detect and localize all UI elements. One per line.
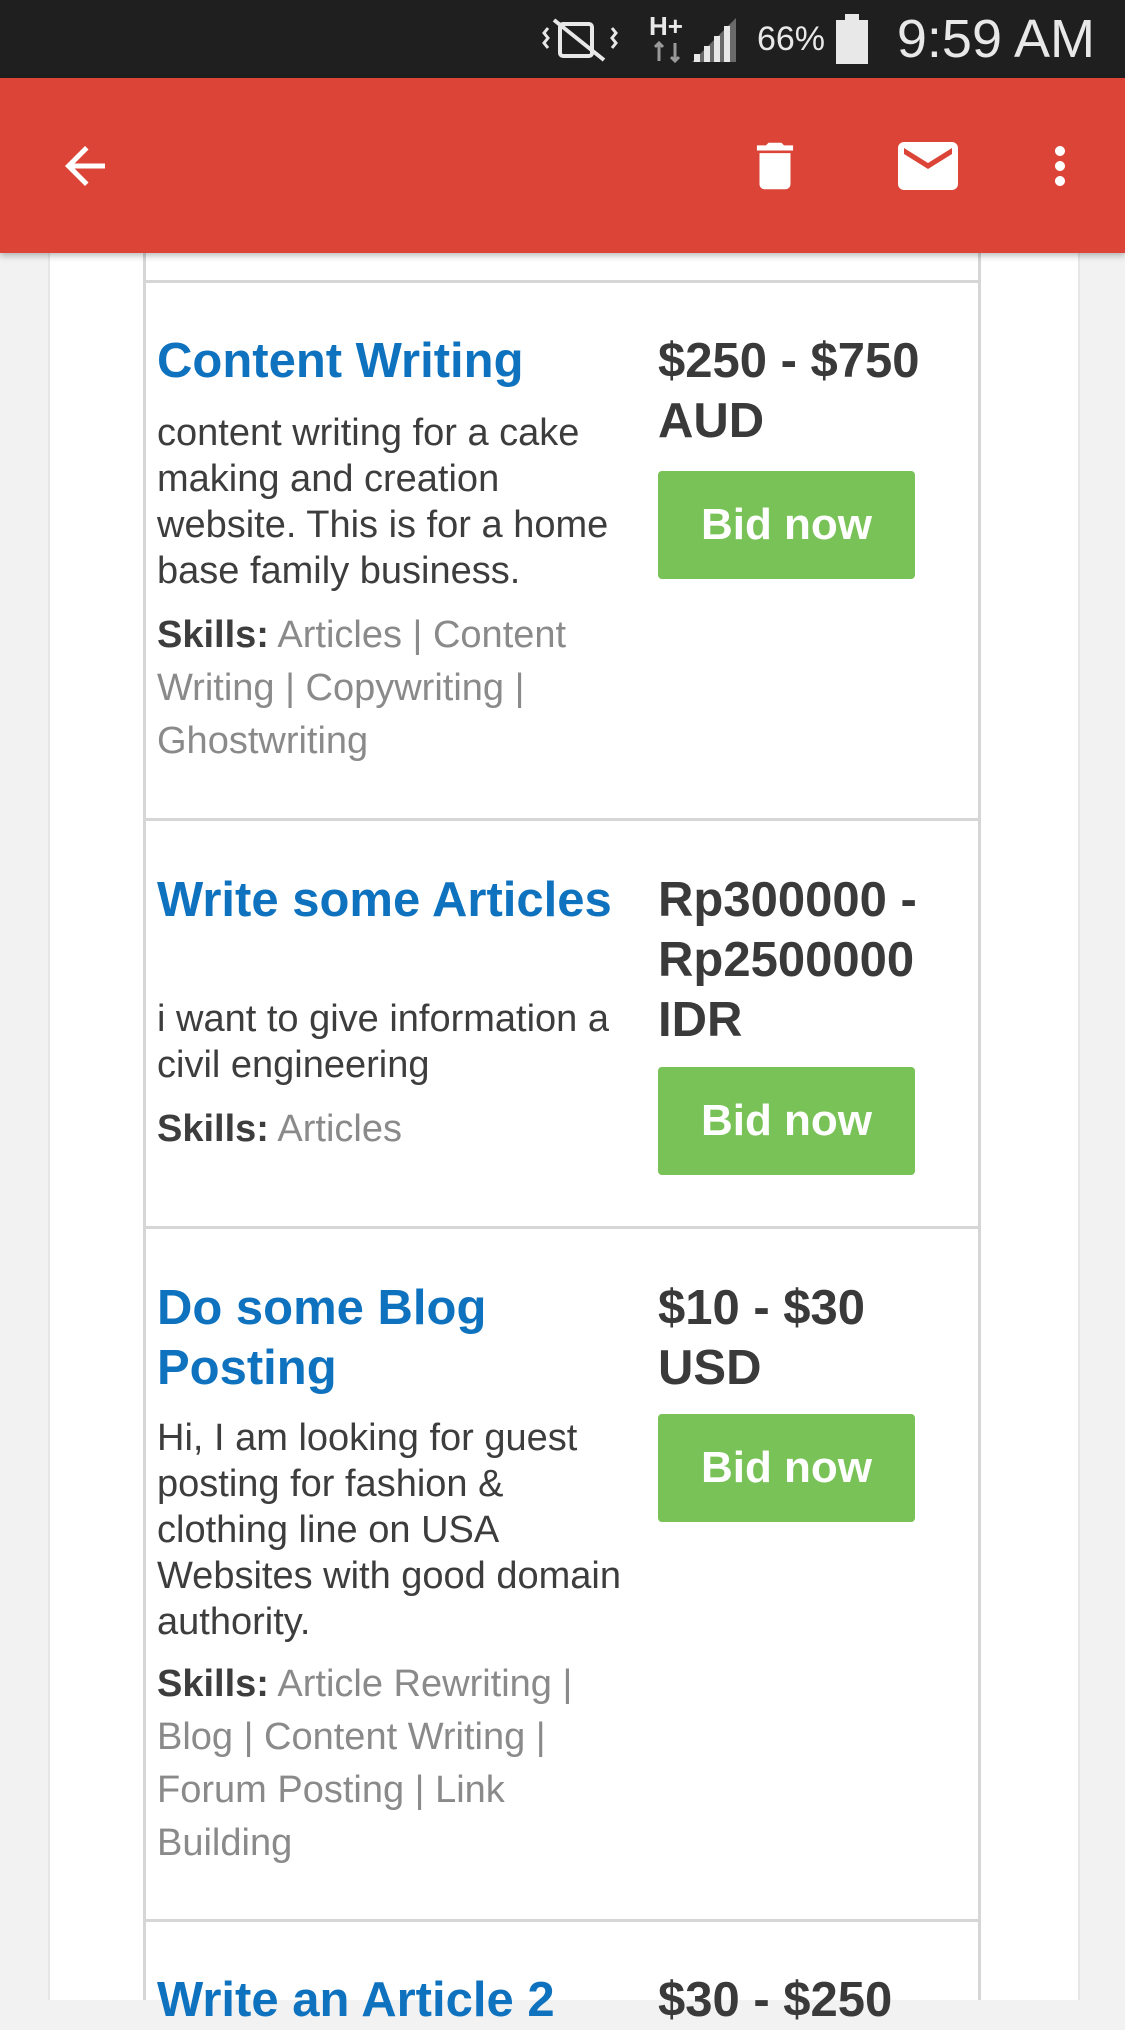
- vibrate-mute-icon: [540, 0, 620, 78]
- skills-label: Skills:: [157, 1663, 269, 1705]
- skills-list: Articles: [277, 1108, 402, 1150]
- battery-percent: 66%: [756, 19, 825, 58]
- clock: 9:59 AM: [896, 9, 1095, 69]
- bid-now-button[interactable]: Bid now: [658, 471, 915, 579]
- svg-text:H+: H+: [649, 11, 683, 41]
- battery-icon: [834, 0, 870, 78]
- project-description: Hi, I am looking for guest posting for f…: [157, 1417, 621, 1643]
- project-skills: Skills: Article Rewriting | Blog | Conte…: [157, 1658, 617, 1870]
- trash-icon[interactable]: [730, 78, 820, 253]
- skills-label: Skills:: [157, 1108, 269, 1150]
- signal-icon: [688, 0, 740, 78]
- more-vert-icon[interactable]: [1030, 78, 1090, 253]
- skills-label: Skills:: [157, 614, 269, 656]
- back-arrow-icon[interactable]: [40, 78, 130, 253]
- project-budget: $250 - $750 AUD: [658, 334, 920, 448]
- project-title[interactable]: Do some Blog Posting: [157, 1278, 597, 1398]
- project-description: i want to give information a civil engin…: [157, 998, 610, 1086]
- project-budget: Rp300000 - Rp2500000 IDR: [658, 873, 917, 1047]
- row-divider: [143, 818, 981, 821]
- app-toolbar: [0, 78, 1125, 253]
- bid-now-button[interactable]: Bid now: [658, 1067, 915, 1175]
- project-budget: $30 - $250: [658, 1973, 893, 2027]
- row-divider: [143, 1919, 981, 1922]
- project-description: content writing for a cake making and cr…: [157, 412, 609, 592]
- status-bar: H+ 66% 9:59 AM: [0, 0, 1125, 78]
- project-skills: Skills: Articles: [157, 1103, 607, 1156]
- project-title[interactable]: Content Writing: [157, 331, 647, 391]
- project-title[interactable]: Write an Article 2: [157, 1970, 647, 2030]
- project-budget: $10 - $30 USD: [658, 1281, 866, 1395]
- mail-icon[interactable]: [880, 78, 975, 253]
- project-title[interactable]: Write some Articles: [157, 870, 647, 930]
- row-divider: [143, 280, 981, 283]
- project-skills: Skills: Articles | Content Writing | Cop…: [157, 609, 607, 768]
- bid-now-button[interactable]: Bid now: [658, 1414, 915, 1522]
- row-divider: [143, 1226, 981, 1229]
